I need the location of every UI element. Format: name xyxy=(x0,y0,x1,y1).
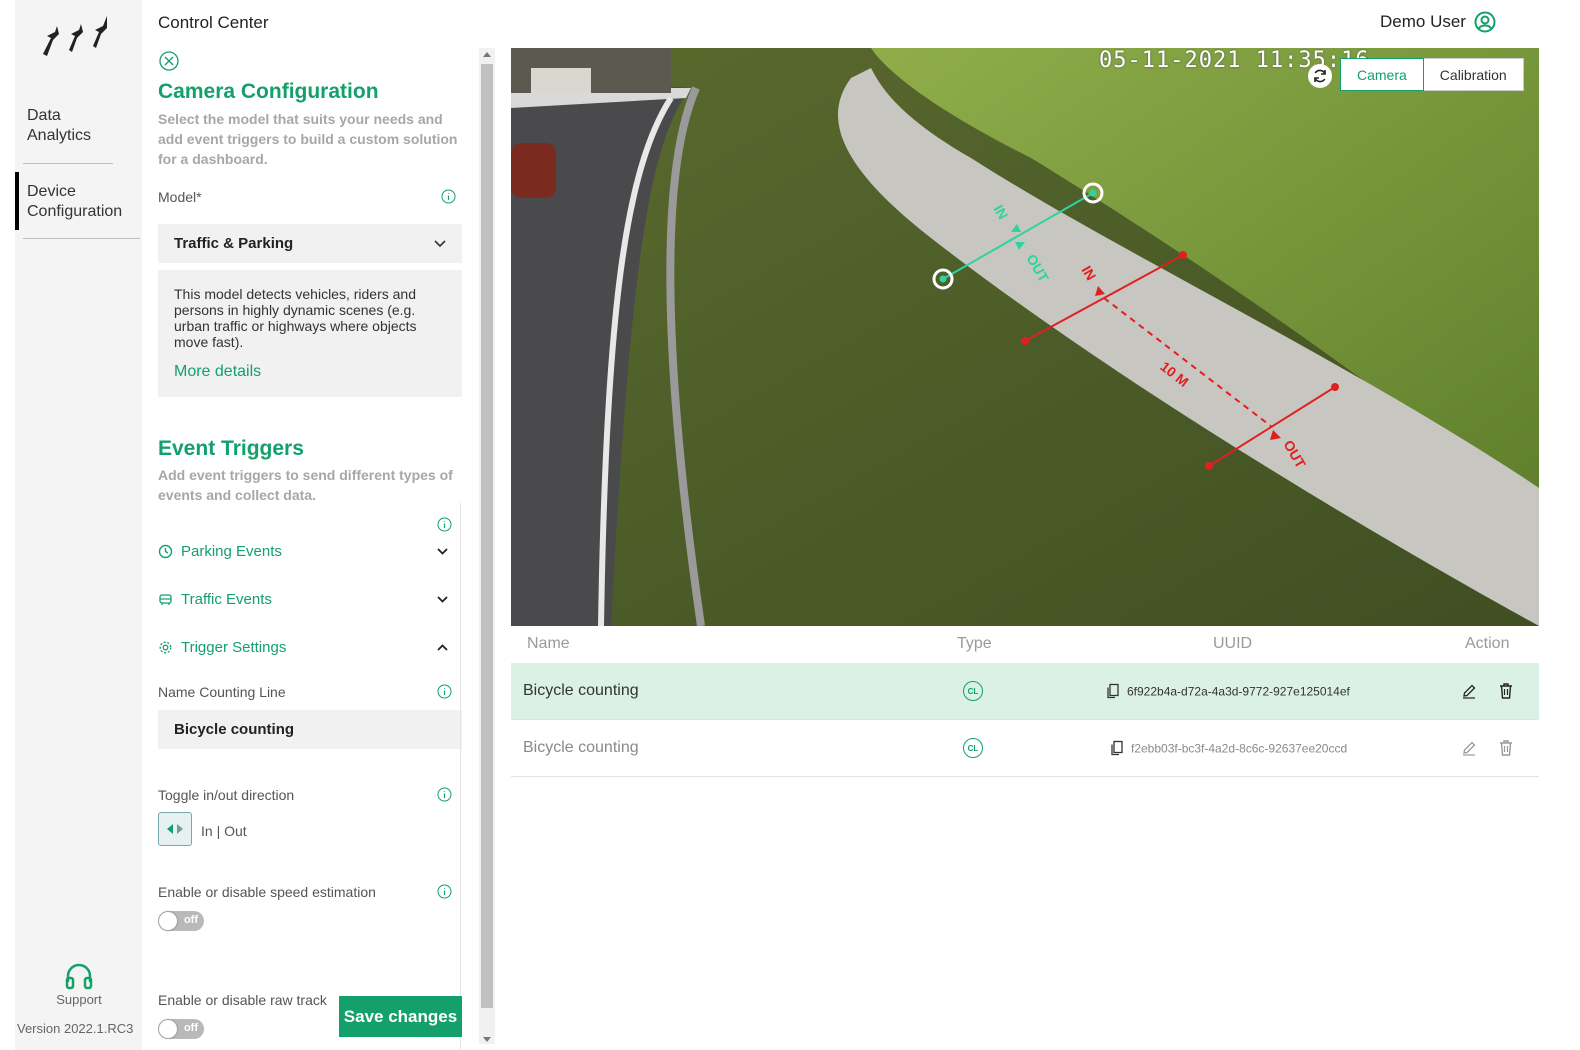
table-row[interactable]: Bicycle counting CL 6f922b4a-d72a-4a3d-9… xyxy=(511,663,1539,720)
swap-direction-icon xyxy=(167,824,183,834)
counting-line-type-icon: CL xyxy=(963,681,983,701)
direction-text: In | Out xyxy=(201,823,247,839)
accordion-label: Trigger Settings xyxy=(181,639,287,656)
delete-icon[interactable] xyxy=(1499,683,1513,699)
header-type: Type xyxy=(957,635,992,652)
table-row[interactable]: Bicycle counting CL f2ebb03f-bc3f-4a2d-8… xyxy=(511,720,1539,777)
row-uuid: f2ebb03f-bc3f-4a2d-8c6c-92637ee20ccd xyxy=(1131,741,1348,755)
camera-view[interactable]: IN OUT IN 10 M OUT 05-11-2021 11:35:16 C… xyxy=(511,48,1539,626)
raw-track-toggle[interactable]: off xyxy=(158,1019,204,1039)
sidebar-item-device-configuration[interactable]: Device Configuration xyxy=(15,172,142,230)
user-name: Demo User xyxy=(1380,12,1466,31)
name-counting-line-input[interactable]: Bicycle counting xyxy=(158,710,462,749)
close-icon[interactable] xyxy=(158,50,180,72)
accordion-traffic-events[interactable]: Traffic Events xyxy=(158,591,448,608)
copy-icon[interactable] xyxy=(1111,740,1123,756)
event-triggers-title: Event Triggers xyxy=(158,437,304,460)
row-actions xyxy=(1461,740,1513,756)
accordion-trigger-settings[interactable]: Trigger Settings xyxy=(158,639,448,656)
row-uuid-cell: f2ebb03f-bc3f-4a2d-8c6c-92637ee20ccd xyxy=(1111,740,1348,756)
raw-track-label: Enable or disable raw track xyxy=(158,992,327,1008)
birds-logo-icon xyxy=(43,16,107,56)
chevron-down-icon xyxy=(437,548,448,555)
camera-view-tabs: Camera Calibration xyxy=(1340,58,1524,91)
row-actions xyxy=(1461,683,1513,699)
event-triggers-subtitle: Add event triggers to send different typ… xyxy=(158,467,453,503)
row-name: Bicycle counting xyxy=(523,682,639,699)
camera-image xyxy=(511,48,1539,626)
support-button[interactable]: Support xyxy=(45,962,113,1007)
camera-configuration-title: Camera Configuration xyxy=(158,80,379,103)
header-uuid: UUID xyxy=(1213,635,1253,652)
version-label: Version 2022.1.RC3 xyxy=(17,1021,134,1036)
name-counting-line-value: Bicycle counting xyxy=(174,721,295,738)
delete-icon[interactable] xyxy=(1499,740,1513,756)
table-header: Name Type UUID Action xyxy=(511,626,1539,663)
row-uuid-cell: 6f922b4a-d72a-4a3d-9772-927e125014ef xyxy=(1107,683,1350,699)
toggle-direction-label: Toggle in/out direction xyxy=(158,787,295,803)
accordion-label: Parking Events xyxy=(181,543,282,560)
sidebar-item-data-analytics[interactable]: Data Analytics xyxy=(23,106,113,164)
car-icon xyxy=(159,594,172,605)
user-avatar-icon xyxy=(1474,11,1496,33)
speed-estimation-toggle[interactable]: off xyxy=(158,911,204,931)
accordion-label: Traffic Events xyxy=(181,591,272,608)
toggle-knob xyxy=(159,1020,177,1038)
chevron-down-icon xyxy=(434,239,446,247)
panel-divider xyxy=(460,503,461,1050)
speed-info-icon[interactable] xyxy=(437,884,452,899)
edit-icon[interactable] xyxy=(1461,683,1477,699)
clock-icon xyxy=(158,544,173,559)
tab-calibration[interactable]: Calibration xyxy=(1424,59,1523,90)
event-triggers-info-icon[interactable] xyxy=(437,517,452,532)
scroll-down-arrow-icon[interactable] xyxy=(483,1037,491,1042)
edit-icon[interactable] xyxy=(1461,740,1477,756)
counting-line-type-icon: CL xyxy=(963,738,983,758)
sidebar: Data Analytics Device Configuration Supp… xyxy=(15,0,142,1050)
header-name: Name xyxy=(527,635,570,652)
model-select-value: Traffic & Parking xyxy=(174,235,294,252)
row-uuid: 6f922b4a-d72a-4a3d-9772-927e125014ef xyxy=(1127,684,1350,698)
speed-estimation-label: Enable or disable speed estimation xyxy=(158,884,376,900)
type-badge: CL xyxy=(963,681,983,701)
copy-icon[interactable] xyxy=(1107,683,1119,699)
scroll-up-arrow-icon[interactable] xyxy=(483,52,491,57)
more-details-link[interactable]: More details xyxy=(174,364,446,380)
model-description-box: This model detects vehicles, riders and … xyxy=(158,270,462,397)
app-root: Data Analytics Device Configuration Supp… xyxy=(0,0,1580,1050)
toggle-direction-button[interactable] xyxy=(158,812,192,846)
refresh-camera-button[interactable] xyxy=(1308,64,1332,88)
scrollbar-thumb[interactable] xyxy=(481,64,493,1008)
type-badge: CL xyxy=(963,738,983,758)
model-select[interactable]: Traffic & Parking xyxy=(158,224,462,263)
save-changes-button[interactable]: Save changes xyxy=(339,996,462,1037)
toggle-direction-info-icon[interactable] xyxy=(437,787,452,802)
app-title: Control Center xyxy=(158,13,269,32)
headset-icon xyxy=(65,963,93,990)
refresh-icon xyxy=(1314,69,1326,83)
sidebar-divider xyxy=(23,238,140,239)
support-label: Support xyxy=(56,992,102,1007)
chevron-up-icon xyxy=(437,644,448,651)
gear-icon xyxy=(159,641,172,654)
model-label: Model* xyxy=(158,189,202,205)
row-name: Bicycle counting xyxy=(523,739,639,756)
header-action: Action xyxy=(1465,635,1510,652)
counting-lines-table: Name Type UUID Action Bicycle counting C… xyxy=(511,626,1539,777)
user-menu[interactable]: Demo User xyxy=(1380,11,1496,33)
name-counting-line-label: Name Counting Line xyxy=(158,684,286,700)
model-description: This model detects vehicles, riders and … xyxy=(174,286,417,350)
camera-configuration-panel: Camera Configuration Select the model th… xyxy=(158,48,464,1050)
accordion-parking-events[interactable]: Parking Events xyxy=(158,543,448,560)
chevron-down-icon xyxy=(437,596,448,603)
toggle-state: off xyxy=(183,914,198,926)
tab-camera[interactable]: Camera xyxy=(1340,58,1424,91)
model-info-icon[interactable] xyxy=(441,189,456,204)
toggle-state: off xyxy=(183,1022,198,1034)
toggle-knob xyxy=(159,912,177,930)
camera-configuration-subtitle: Select the model that suits your needs a… xyxy=(158,111,458,167)
name-line-info-icon[interactable] xyxy=(437,684,452,699)
panel-scrollbar[interactable] xyxy=(479,48,495,1044)
